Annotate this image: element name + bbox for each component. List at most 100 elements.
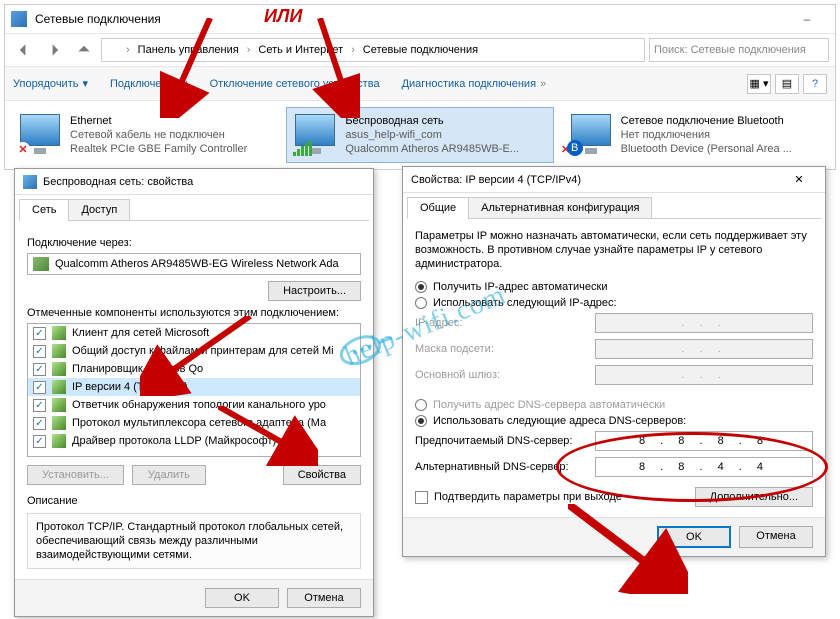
explorer-window: Сетевые подключения – › Панель управлени… [4,4,836,170]
checkbox[interactable] [33,327,46,340]
checkbox[interactable] [33,417,46,430]
ethernet-icon: ✕ [20,114,62,154]
crumb-control-panel[interactable]: Панель управления [136,44,241,56]
checkbox[interactable] [33,381,46,394]
protocol-icon [52,398,66,412]
tabs: Сеть Доступ [19,199,369,221]
breadcrumb-bar[interactable]: › Панель управления › Сеть и Интернет › … [101,38,645,62]
search-placeholder: Поиск: Сетевые подключения [654,44,806,56]
bluetooth-icon: ✕ B [571,114,613,154]
checkbox[interactable] [33,399,46,412]
ip-field: . . . [595,313,813,333]
cancel-button[interactable]: Отмена [739,526,813,548]
radio-auto-ip[interactable]: Получить IP-адрес автоматически [415,281,813,293]
ok-button[interactable]: OK [657,526,731,548]
network-connections-icon [11,11,27,27]
help-button[interactable]: ? [803,74,827,94]
dns2-field[interactable]: 8 . 8 . 4 . 4 [595,457,813,477]
connection-ethernet[interactable]: ✕ Ethernet Сетевой кабель не подключен R… [11,107,278,163]
mask-field: . . . [595,339,813,359]
back-button[interactable] [11,38,37,62]
dns1-field[interactable]: 8 . 8 . 8 . 8 [595,431,813,451]
titlebar: Сетевые подключения – [5,5,835,33]
view-details-button[interactable]: ▤ [775,74,799,94]
label-components: Отмеченные компоненты используются этим … [27,307,361,319]
toolbar-diagnostics[interactable]: Диагностика подключения » [402,78,547,90]
tab-network[interactable]: Сеть [19,199,69,221]
tab-access[interactable]: Доступ [68,199,130,221]
protocol-icon [52,380,66,394]
ipv4-properties-dialog: Свойства: IP версии 4 (TCP/IPv4) ✕ Общие… [402,166,826,557]
remove-button[interactable]: Удалить [132,465,206,485]
tab-alternative[interactable]: Альтернативная конфигурация [468,197,652,219]
advanced-button[interactable]: Дополнительно... [695,487,813,507]
crumb-connections[interactable]: Сетевые подключения [361,44,480,56]
checkbox[interactable] [33,435,46,448]
conn-name: Сетевое подключение Bluetooth [621,114,792,128]
list-item[interactable]: Протокол мультиплексора сетевого адаптер… [28,414,360,432]
info-text: Параметры IP можно назначать автоматичес… [415,229,813,271]
conn-adapter: Realtek PCIe GBE Family Controller [70,142,247,156]
wireless-icon [295,114,337,154]
toolbar-connect[interactable]: Подключение к [110,78,188,90]
label-mask: Маска подсети: [415,343,585,355]
radio-use-dns[interactable]: Использовать следующие адреса DNS-сервер… [415,415,813,427]
annotation-or-label: ИЛИ [264,6,302,27]
conn-name: Ethernet [70,114,247,128]
tab-general[interactable]: Общие [407,197,469,219]
adapter-name: Qualcomm Atheros AR9485WB-EG Wireless Ne… [55,258,339,270]
conn-name: Беспроводная сеть [345,114,519,128]
x-badge-icon: ✕ [16,142,30,156]
radio-use-ip[interactable]: Использовать следующий IP-адрес: [415,297,813,309]
wireless-properties-dialog: Беспроводная сеть: свойства Сеть Доступ … [14,168,374,617]
configure-button[interactable]: Настроить... [268,281,361,301]
install-button[interactable]: Установить... [27,465,124,485]
cancel-button[interactable]: Отмена [287,588,361,608]
nic-icon [33,257,49,271]
checkbox[interactable] [33,345,46,358]
list-item-ipv4[interactable]: IP версии 4 (TCP/IPv4) [28,378,360,396]
conn-status: Нет подключения [621,128,792,142]
label-confirm: Подтвердить параметры при выходе [434,491,622,503]
desc-heading: Описание [27,495,361,507]
connection-bluetooth[interactable]: ✕ B Сетевое подключение Bluetooth Нет по… [562,107,829,163]
view-icons-button[interactable]: ▦ ▾ [747,74,771,94]
protocol-icon [52,434,66,448]
label-dns2: Альтернативный DNS-сервер: [415,461,585,473]
radio-auto-dns[interactable]: Получить адрес DNS-сервера автоматически [415,399,813,411]
label-ip: IP-адрес: [415,317,585,329]
chevron-icon: › [124,44,132,56]
up-button[interactable] [71,38,97,62]
toolbar-disable[interactable]: Отключение сетевого устройства [210,78,380,90]
qos-icon [52,362,66,376]
list-item[interactable]: Клиент для сетей Microsoft [28,324,360,342]
conn-status: Сетевой кабель не подключен [70,128,247,142]
connections-area: ✕ Ethernet Сетевой кабель не подключен R… [5,101,835,169]
network-icon [106,43,120,57]
sharing-icon [52,344,66,358]
list-item[interactable]: Общий доступ к файлам и принтерам для се… [28,342,360,360]
toolbar: Упорядочить ▾ Подключение к Отключение с… [5,67,835,101]
label-gateway: Основной шлюз: [415,369,585,381]
list-item[interactable]: Драйвер протокола LLDP (Майкрософт) [28,432,360,450]
minimize-button[interactable]: – [785,8,829,30]
properties-button[interactable]: Свойства [283,465,361,485]
connection-wireless[interactable]: Беспроводная сеть asus_help-wifi_com Qua… [286,107,553,163]
close-button[interactable]: ✕ [781,169,817,191]
components-list[interactable]: Клиент для сетей Microsoft Общий доступ … [27,323,361,457]
ok-button[interactable]: OK [205,588,279,608]
forward-button[interactable] [41,38,67,62]
crumb-network[interactable]: Сеть и Интернет [256,44,345,56]
list-item[interactable]: Планировщик пакетов Qo [28,360,360,378]
confirm-checkbox[interactable] [415,491,428,504]
wifi-signal-icon [293,140,312,156]
dialog-title: Беспроводная сеть: свойства [43,176,193,188]
list-item[interactable]: Ответчик обнаружения топологии канальног… [28,396,360,414]
protocol-icon [52,416,66,430]
search-input[interactable]: Поиск: Сетевые подключения [649,38,829,62]
radio-icon [415,399,427,411]
toolbar-sort[interactable]: Упорядочить ▾ [13,77,88,90]
conn-status: asus_help-wifi_com [345,128,519,142]
network-icon [23,175,37,189]
checkbox[interactable] [33,363,46,376]
